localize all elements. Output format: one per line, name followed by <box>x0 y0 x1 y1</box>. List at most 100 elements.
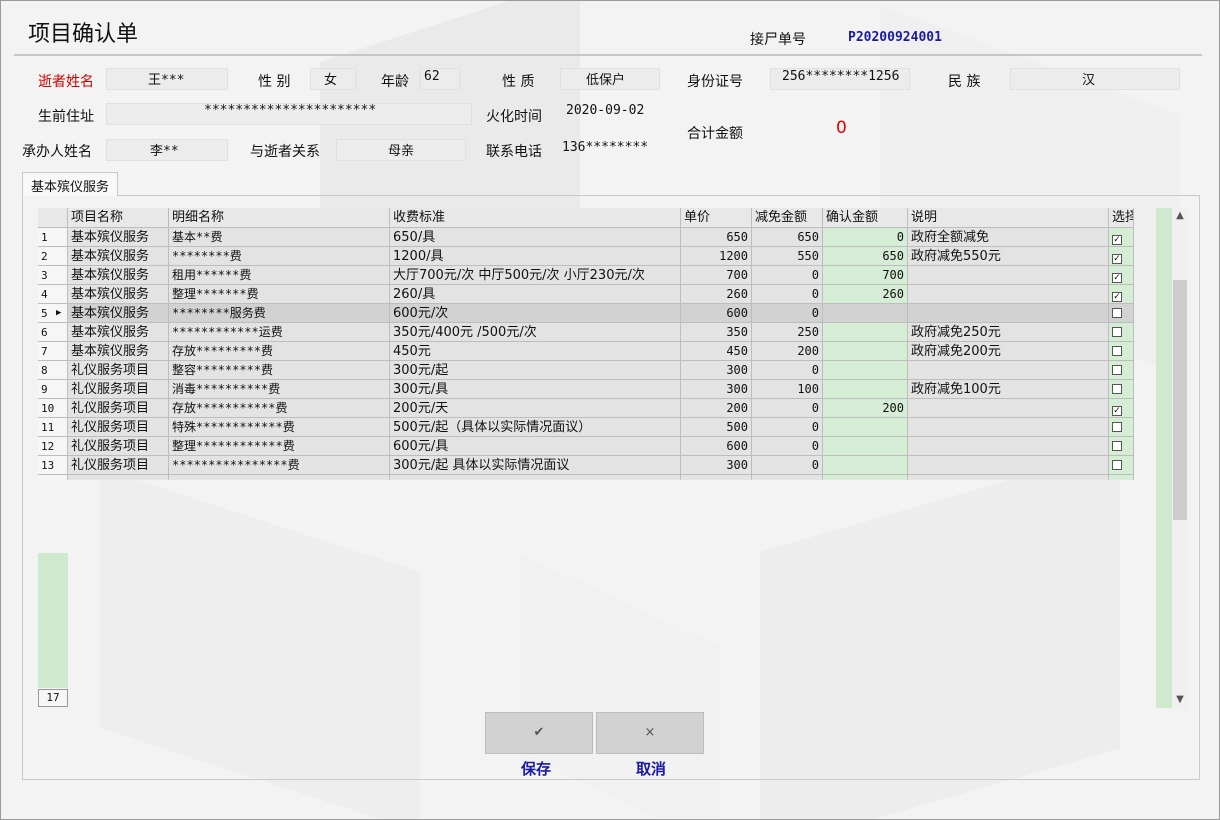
cell-price: 300 <box>681 380 752 399</box>
cell-select[interactable] <box>1109 342 1134 361</box>
table-row[interactable]: 10 礼仪服务项目 存放***********费 200元/天 200 0 200 ✓ <box>38 399 1134 418</box>
header-detail-name[interactable]: 明细名称 <box>169 208 390 228</box>
checkbox-unchecked[interactable] <box>1112 384 1122 394</box>
save-button[interactable]: ✔ <box>485 712 593 754</box>
checkbox-checked[interactable]: ✓ <box>1112 254 1122 264</box>
table-row[interactable]: 12 礼仪服务项目 整理************费 600元/具 600 0 <box>38 437 1134 456</box>
cell-confirmed[interactable]: 650 <box>823 247 908 266</box>
cell-select[interactable] <box>1109 361 1134 380</box>
cell-note[interactable] <box>908 361 1109 380</box>
cell-confirmed[interactable]: 260 <box>823 285 908 304</box>
table-row[interactable]: 3 基本殡仪服务 租用******费 大厅700元/次 中厅500元/次 小厅230元… <box>38 266 1134 285</box>
scrollbar-thumb[interactable] <box>1173 280 1187 520</box>
table-row[interactable]: 13 礼仪服务项目 ****************费 300元/起 具体以实际情况面… <box>38 456 1134 475</box>
cell-confirmed[interactable] <box>823 456 908 475</box>
cell-note[interactable] <box>908 399 1109 418</box>
chevron-down-icon[interactable]: ▼ <box>1172 692 1188 708</box>
relation-label: 与逝者关系 <box>250 144 320 160</box>
phone-label: 联系电话 <box>486 144 542 160</box>
row-index <box>38 475 68 480</box>
cell-note[interactable]: 政府减免250元 <box>908 323 1109 342</box>
table-row[interactable]: 6 基本殡仪服务 ************运费 350元/400元 /500元/次 35… <box>38 323 1134 342</box>
checkbox-checked[interactable]: ✓ <box>1112 406 1122 416</box>
cell-note[interactable] <box>908 304 1109 323</box>
cell-confirmed[interactable]: 200 <box>823 399 908 418</box>
tab-basic-service[interactable]: 基本殡仪服务 <box>22 172 119 196</box>
header-select[interactable]: 选择 <box>1109 208 1134 228</box>
vertical-scrollbar[interactable]: ▲ ▼ <box>1172 208 1188 708</box>
checkbox-checked[interactable]: ✓ <box>1112 273 1122 283</box>
cell-note[interactable]: 政府减免550元 <box>908 247 1109 266</box>
cell-select[interactable] <box>1109 380 1134 399</box>
header-confirmed[interactable]: 确认金额 <box>823 208 908 228</box>
cell-standard: 200元/天 <box>390 399 681 418</box>
cell-select[interactable]: ✓ <box>1109 399 1134 418</box>
checkbox-checked[interactable]: ✓ <box>1112 235 1122 245</box>
table-row[interactable]: 5 ▶ 基本殡仪服务 ********服务费 600元/次 600 0 <box>38 304 1134 323</box>
cell-select[interactable] <box>1109 323 1134 342</box>
checkbox-unchecked[interactable] <box>1112 441 1122 451</box>
cell-note[interactable] <box>908 437 1109 456</box>
table-row[interactable]: 11 礼仪服务项目 特殊************费 500元/起（具体以实际情况面议）… <box>38 418 1134 437</box>
table-row[interactable]: 7 基本殡仪服务 存放*********费 450元 450 200 政府减免200元 <box>38 342 1134 361</box>
table-row[interactable]: 4 基本殡仪服务 整理*******费 260/具 260 0 260 ✓ <box>38 285 1134 304</box>
cell-select[interactable] <box>1109 418 1134 437</box>
cell-note[interactable] <box>908 285 1109 304</box>
checkbox-unchecked[interactable] <box>1112 460 1122 470</box>
cell-item-name: 礼仪服务项目 <box>68 456 169 475</box>
row-index: 2 <box>38 247 68 266</box>
cell-select[interactable]: ✓ <box>1109 247 1134 266</box>
table-row[interactable]: 8 礼仪服务项目 整容*********费 300元/起 300 0 <box>38 361 1134 380</box>
cell-note[interactable]: 政府减免200元 <box>908 342 1109 361</box>
cell-select[interactable]: ✓ <box>1109 228 1134 247</box>
header-standard[interactable]: 收费标准 <box>390 208 681 228</box>
row-pointer-icon: ▶ <box>56 308 62 318</box>
cell-select[interactable] <box>1109 304 1134 323</box>
cell-note[interactable] <box>908 456 1109 475</box>
table-row[interactable]: 1 基本殡仪服务 基本**费 650/具 650 650 0 政府全额减免 ✓ <box>38 228 1134 247</box>
checkbox-unchecked[interactable] <box>1112 422 1122 432</box>
cell-confirmed[interactable] <box>823 380 908 399</box>
cell-confirmed[interactable] <box>823 323 908 342</box>
cell-standard: 350元/400元 /500元/次 <box>390 323 681 342</box>
cell-select[interactable]: ✓ <box>1109 285 1134 304</box>
deceased-name-value: 王*** <box>148 73 185 88</box>
cell-confirmed[interactable] <box>823 342 908 361</box>
nature-label: 性 质 <box>502 74 535 90</box>
cell-select[interactable]: ✓ <box>1109 266 1134 285</box>
cell-price <box>681 475 752 480</box>
cell-confirmed[interactable]: 700 <box>823 266 908 285</box>
cell-select[interactable] <box>1109 437 1134 456</box>
deceased-name-label: 逝者姓名 <box>38 74 94 90</box>
cell-confirmed[interactable] <box>823 304 908 323</box>
cancel-button-label[interactable]: 取消 <box>636 758 666 779</box>
cell-confirmed[interactable] <box>823 361 908 380</box>
table-row[interactable]: 2 基本殡仪服务 ********费 1200/具 1200 550 650 政府减免550元… <box>38 247 1134 266</box>
chevron-up-icon[interactable]: ▲ <box>1172 208 1188 224</box>
cell-reduction: 100 <box>752 380 823 399</box>
cell-note[interactable] <box>908 418 1109 437</box>
cell-select[interactable] <box>1109 456 1134 475</box>
address-value: ********************** <box>204 103 377 118</box>
cell-note[interactable]: 政府减免100元 <box>908 380 1109 399</box>
checkbox-unchecked[interactable] <box>1112 308 1122 318</box>
table-row[interactable]: 9 礼仪服务项目 消毒**********费 300元/具 300 100 政府减免100元 <box>38 380 1134 399</box>
header-item-name[interactable]: 项目名称 <box>68 208 169 228</box>
cell-note[interactable] <box>908 266 1109 285</box>
save-button-label[interactable]: 保存 <box>521 758 551 779</box>
cancel-button[interactable]: × <box>596 712 704 754</box>
cell-standard: 300元/具 <box>390 380 681 399</box>
cell-confirmed[interactable]: 0 <box>823 228 908 247</box>
checkbox-unchecked[interactable] <box>1112 346 1122 356</box>
header-reduction[interactable]: 减免金额 <box>752 208 823 228</box>
checkbox-unchecked[interactable] <box>1112 365 1122 375</box>
cell-confirmed[interactable] <box>823 437 908 456</box>
cell-note[interactable]: 政府全额减免 <box>908 228 1109 247</box>
cell-confirmed[interactable] <box>823 418 908 437</box>
header-price[interactable]: 单价 <box>681 208 752 228</box>
header-note[interactable]: 说明 <box>908 208 1109 228</box>
cell-standard: 600元/次 <box>390 304 681 323</box>
checkbox-checked[interactable]: ✓ <box>1112 292 1122 302</box>
checkbox-unchecked[interactable] <box>1112 327 1122 337</box>
cell-item-name: 基本殡仪服务 <box>68 247 169 266</box>
